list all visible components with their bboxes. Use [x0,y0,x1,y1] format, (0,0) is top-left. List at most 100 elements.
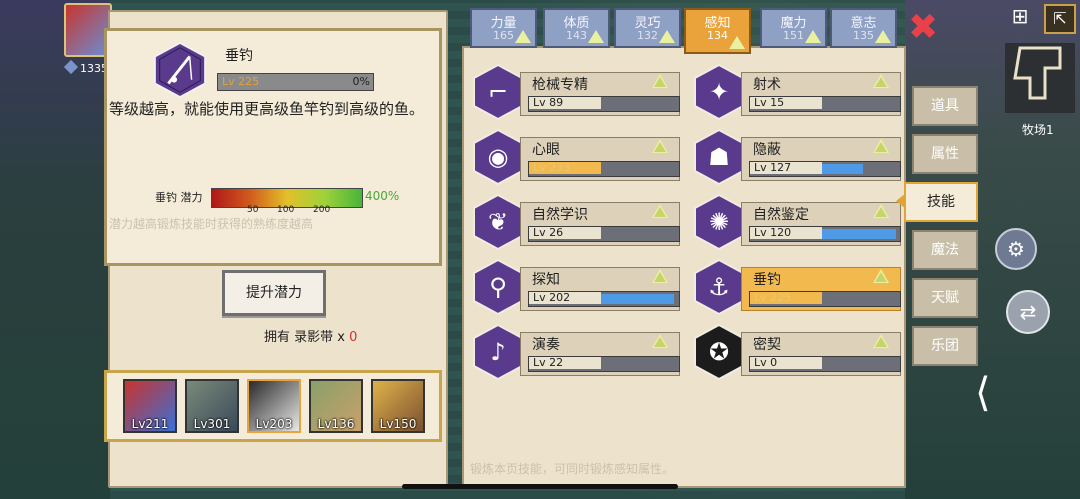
skill-mind-eye[interactable]: ◉ 心眼 Lv 233 [472,129,680,185]
svg-text:✦: ✦ [709,78,729,106]
party-member[interactable]: Lv150 [371,379,425,433]
triquetra-icon: ✺ [694,194,744,250]
skill-progress-fill [599,294,674,304]
skill-level: Lv 127 [750,162,822,174]
skill-stealth[interactable]: ☗ 隐蔽 Lv 127 [693,129,901,185]
bow-icon[interactable]: ⟨ [975,370,991,416]
skill-nature-appraisal[interactable]: ✺ 自然鉴定 Lv 120 [693,194,901,250]
skill-gun-mastery[interactable]: ⌐ 枪械专精 Lv 89 [472,64,680,120]
arrows-icon: ✦ [694,64,744,120]
home-indicator[interactable] [402,484,678,489]
skill-progress-fill [820,164,863,174]
up-arrow-icon [729,36,745,49]
fishing-rod-icon: ⚓ [694,259,744,315]
svg-text:◉: ◉ [488,143,509,171]
up-arrow-icon[interactable] [873,139,889,153]
up-arrow-icon[interactable] [873,74,889,88]
skill-name: 自然学识 [532,207,588,223]
detail-percent: 0% [352,75,370,88]
leaf-icon: ❦ [473,194,523,250]
skill-level: Lv 225 [750,292,822,304]
grid-globe-icon[interactable]: ⊞ [1006,4,1034,30]
up-arrow-icon [588,30,604,43]
svg-text:⌐: ⌐ [488,78,508,106]
detail-description: 等级越高，就能使用更高级鱼竿钓到高级的鱼。 [109,100,425,118]
party-bar: Lv211 Lv301 Lv203 Lv136 Lv150 [104,370,442,442]
potential-tick: 200 [313,205,331,215]
side-tab-items[interactable]: 道具 [912,86,978,126]
up-arrow-icon [875,30,891,43]
up-arrow-icon[interactable] [873,334,889,348]
skill-name: 演奏 [532,337,560,353]
skill-fishing[interactable]: ⚓ 垂钓 Lv 225 [693,259,901,315]
skill-detection[interactable]: ⚲ 探知 Lv 202 [472,259,680,315]
up-arrow-icon[interactable] [652,139,668,153]
side-tab-talent[interactable]: 天赋 [912,278,978,318]
skill-level: Lv 202 [529,292,601,304]
skill-performance[interactable]: ♪ 演奏 Lv 22 [472,324,680,380]
detail-level: Lv 225 [222,75,260,88]
skill-level: Lv 26 [529,227,601,239]
skill-archery[interactable]: ✦ 射术 Lv 15 [693,64,901,120]
minimap[interactable] [1000,38,1080,118]
up-arrow-icon [805,30,821,43]
side-tab-skills[interactable]: 技能 [904,182,978,222]
up-arrow-icon[interactable] [652,204,668,218]
detail-level-bar: Lv 225 0% [217,73,374,91]
skill-nature-lore[interactable]: ❦ 自然学识 Lv 26 [472,194,680,250]
tab-dexterity[interactable]: 灵巧 132 [614,8,681,48]
tab-will[interactable]: 意志 135 [830,8,897,48]
party-member[interactable]: Lv136 [309,379,363,433]
up-arrow-icon[interactable] [873,204,889,218]
svg-text:⚓: ⚓ [708,273,730,301]
magnifier-icon: ⚲ [473,259,523,315]
potential-tick: 50 [247,205,259,215]
skill-name: 垂钓 [753,272,781,288]
potential-percent: 400% [365,189,400,203]
tab-constitution[interactable]: 体质 143 [543,8,610,48]
swap-icon[interactable]: ⇄ [1006,290,1050,334]
potential-label: 垂钓 潜力 [155,191,203,204]
skill-name: 枪械专精 [532,77,588,93]
exit-icon[interactable]: ⇱ [1044,4,1076,34]
skill-progress-fill [820,229,896,239]
party-member[interactable]: Lv211 [123,379,177,433]
side-tab-band[interactable]: 乐团 [912,326,978,366]
potential-tick: 100 [277,205,295,215]
gun-icon: ⌐ [473,64,523,120]
skill-name: 心眼 [532,142,560,158]
skill-level: Lv 22 [529,357,601,369]
up-arrow-icon[interactable] [652,74,668,88]
tab-strength[interactable]: 力量 165 [470,8,537,48]
mask-icon: ☗ [694,129,744,185]
tab-magic[interactable]: 魔力 151 [760,8,827,48]
map-label: 牧场1 [1022,123,1054,137]
svg-text:✪: ✪ [709,338,729,366]
footer-hint: 锻炼本页技能，可同时锻炼感知属性。 [470,462,675,476]
skill-name: 隐蔽 [753,142,781,158]
up-arrow-icon [515,30,531,43]
skill-level: Lv 0 [750,357,822,369]
music-note-icon: ♪ [473,324,523,380]
svg-text:❦: ❦ [488,208,508,236]
up-arrow-icon[interactable] [652,269,668,283]
side-tab-magic[interactable]: 魔法 [912,230,978,270]
eye-icon: ◉ [473,129,523,185]
skill-pact[interactable]: ✪ 密契 Lv 0 [693,324,901,380]
up-arrow-icon[interactable] [652,334,668,348]
party-member[interactable]: Lv203 [247,379,301,433]
close-icon[interactable]: ✖ [908,10,938,46]
pentagram-icon: ✪ [694,324,744,380]
svg-text:⚲: ⚲ [489,273,507,301]
up-arrow-icon [659,30,675,43]
skill-level: Lv 233 [529,162,601,174]
gem-icon [63,59,79,75]
party-member[interactable]: Lv301 [185,379,239,433]
skill-detail-card: 垂钓 Lv 225 0% 等级越高，就能使用更高级鱼竿钓到高级的鱼。 垂钓 潜力… [104,28,442,266]
up-arrow-icon[interactable] [873,269,889,283]
raise-potential-button[interactable]: 提升潜力 [222,270,326,316]
potential-hint: 潜力越高锻炼技能时获得的熟练度越高 [109,217,314,231]
side-tab-attributes[interactable]: 属性 [912,134,978,174]
settings-gear-icon[interactable]: ⚙ [995,228,1037,270]
tab-perception[interactable]: 感知 134 [684,8,751,54]
